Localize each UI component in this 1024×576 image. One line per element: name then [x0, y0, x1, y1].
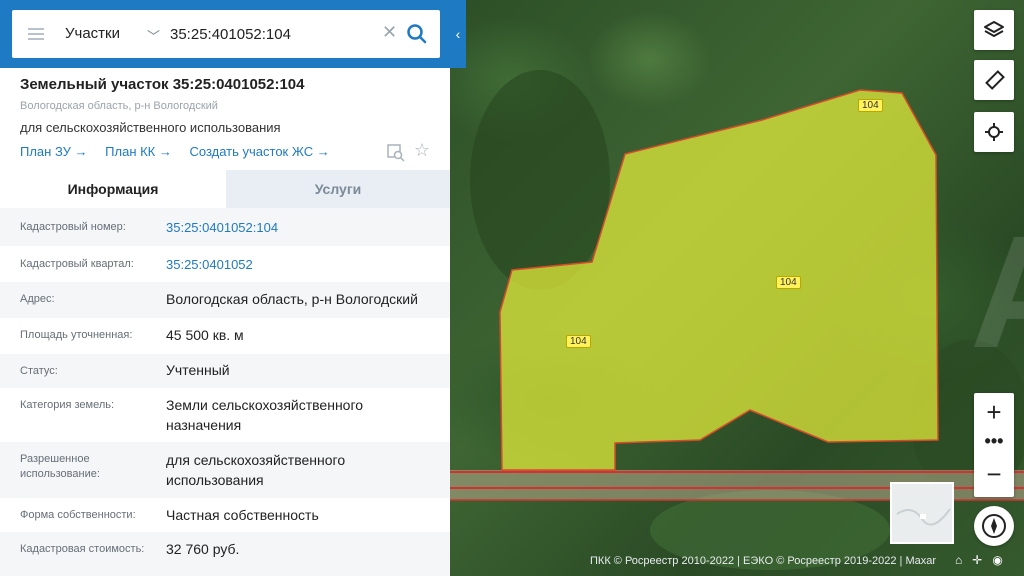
plot-title: Земельный участок 35:25:0401052:104	[20, 76, 305, 93]
minimap-map	[896, 508, 951, 526]
row-value: Земли сельскохозяйственного назначения	[166, 397, 364, 433]
create-plot-link[interactable]: Создать участок ЖС →	[190, 144, 330, 159]
row-label: Адрес:	[20, 293, 55, 305]
ruler-icon	[985, 70, 1005, 90]
table-row: Кадастровый квартал: 35:25:0401052	[0, 246, 450, 282]
layers-icon	[984, 21, 1004, 37]
table-row: Форма собственности: Частная собственнос…	[0, 498, 450, 532]
chevron-down-icon[interactable]: ﹀	[147, 26, 160, 45]
collapse-panel-icon[interactable]: ‹	[450, 22, 466, 46]
plan-zu-link[interactable]: План ЗУ →	[20, 144, 88, 159]
zoom-out-button[interactable]: −	[974, 459, 1014, 490]
locate-button[interactable]	[974, 112, 1014, 152]
row-label: Форма собственности:	[20, 509, 136, 521]
row-label: Кадастровый квартал:	[20, 258, 134, 270]
crosshair-icon[interactable]: ✛	[972, 553, 982, 567]
location-icon[interactable]: ◉	[992, 553, 1002, 567]
table-row: Кадастровая стоимость: 32 760 руб.	[0, 532, 450, 576]
plot-region: Вологодская область, р-н Вологодский	[20, 100, 218, 112]
layers-button[interactable]	[974, 10, 1014, 50]
table-row: Категория земель: Земли сельскохозяйстве…	[0, 388, 450, 442]
plot-use: для сельскохозяйственного использования	[20, 120, 281, 135]
plot-label[interactable]: 104	[858, 99, 883, 112]
table-row: Площадь уточненная: 45 500 кв. м	[0, 318, 450, 354]
map-attribution: ПКК © Росреестр 2010-2022 | ЕЭКО © Росре…	[590, 555, 937, 567]
row-value: для сельскохозяйственного использования	[166, 452, 346, 488]
row-value: Учтенный	[166, 362, 230, 378]
tab-services[interactable]: Услуги	[226, 170, 450, 208]
plot-links: План ЗУ → План КК → Создать участок ЖС →	[20, 144, 344, 159]
top-bar: Участки ﹀ ✕ ‹	[0, 0, 466, 68]
avito-watermark: Avito	[970, 200, 1024, 384]
search-button[interactable]	[404, 21, 430, 47]
more-icon[interactable]: •••	[974, 431, 1014, 452]
find-icon[interactable]	[386, 142, 406, 162]
minimap[interactable]	[890, 482, 954, 544]
search-icon	[407, 24, 427, 44]
row-label: Кадастровый номер:	[20, 221, 126, 233]
table-row: Кадастровый номер: 35:25:0401052:104	[0, 208, 450, 246]
row-value: Вологодская область, р-н Вологодский	[166, 291, 418, 307]
cadastral-number-link[interactable]: 35:25:0401052:104	[166, 218, 436, 238]
plan-kk-link[interactable]: План КК →	[105, 144, 172, 159]
crosshair-icon	[985, 123, 1003, 141]
row-value: Частная собственность	[166, 507, 319, 523]
row-label: Кадастровая стоимость:	[20, 543, 145, 555]
home-icon[interactable]: ⌂	[955, 553, 962, 567]
plot-label[interactable]: 104	[776, 276, 801, 289]
row-label: Статус:	[20, 365, 58, 377]
search-box: Участки ﹀ ✕	[12, 10, 440, 58]
table-row: Адрес: Вологодская область, р-н Вологодс…	[0, 282, 450, 318]
row-value: 32 760 руб.	[166, 541, 240, 557]
star-icon[interactable]: ☆	[412, 140, 432, 160]
plot-label[interactable]: 104	[566, 335, 591, 348]
layer-select[interactable]: Участки	[65, 25, 120, 42]
row-label: Категория земель:	[20, 399, 115, 411]
menu-icon[interactable]	[28, 28, 44, 40]
compass-icon	[982, 514, 1006, 538]
row-value: 45 500 кв. м	[166, 327, 244, 343]
table-row: Разрешенное использование: для сельскохо…	[0, 442, 450, 498]
cadastral-quarter-link[interactable]: 35:25:0401052	[166, 255, 436, 275]
info-panel: Земельный участок 35:25:0401052:104 Воло…	[0, 0, 450, 576]
bottom-icons: ⌂ ✛ ◉	[955, 553, 1013, 567]
ruler-button[interactable]	[974, 60, 1014, 100]
zoom-in-button[interactable]: +	[974, 397, 1014, 428]
search-input[interactable]	[170, 22, 380, 46]
tab-bar: Информация Услуги	[0, 170, 450, 208]
clear-icon[interactable]: ✕	[382, 22, 397, 43]
zoom-controls: + ••• −	[974, 393, 1014, 497]
row-label: Площадь уточненная:	[20, 329, 133, 341]
tab-info[interactable]: Информация	[0, 170, 226, 208]
row-label: Разрешенное использование:	[20, 453, 100, 480]
compass-button[interactable]	[974, 506, 1014, 546]
table-row: Статус: Учтенный	[0, 354, 450, 388]
